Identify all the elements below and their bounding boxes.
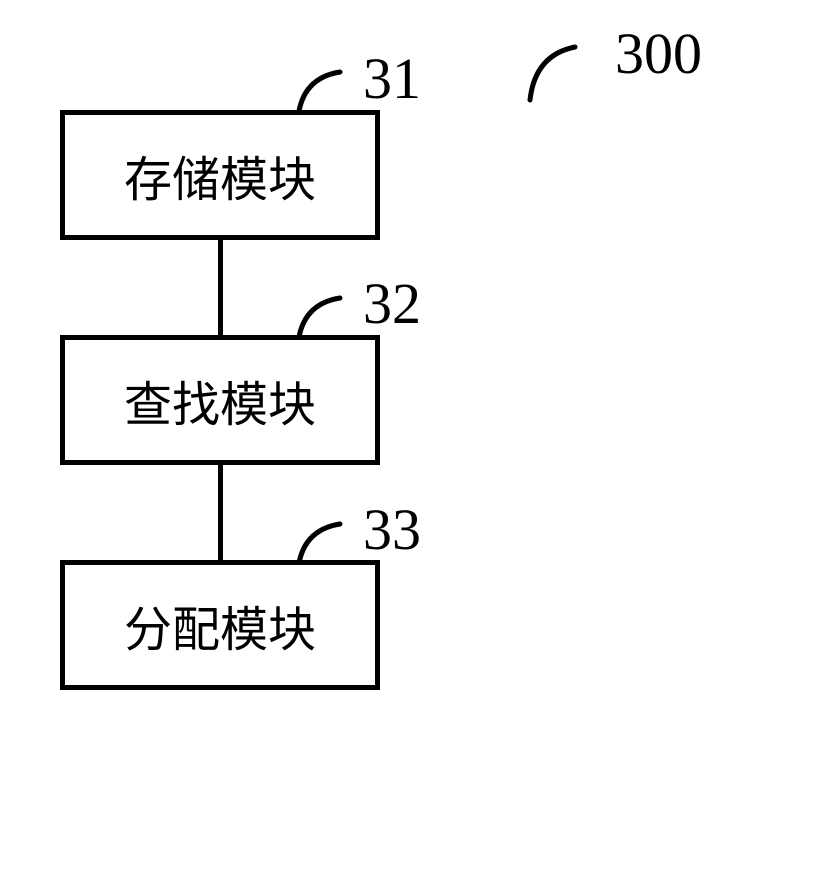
block-diagram: 300 31 存储模块 32 查找模块 33 分配模块 bbox=[60, 30, 380, 690]
block-search-module: 查找模块 bbox=[60, 335, 380, 465]
block-label: 存储模块 bbox=[124, 140, 316, 210]
connector-2-3 bbox=[218, 465, 223, 560]
block-label: 查找模块 bbox=[124, 365, 316, 435]
block-id-31: 31 bbox=[363, 45, 421, 112]
block-id-32: 32 bbox=[363, 270, 421, 337]
main-label: 300 bbox=[615, 20, 702, 87]
block-id-33: 33 bbox=[363, 496, 421, 563]
connector-1-2 bbox=[218, 240, 223, 335]
block-label: 分配模块 bbox=[124, 590, 316, 660]
block-allocation-module: 分配模块 bbox=[60, 560, 380, 690]
block-storage-module: 存储模块 bbox=[60, 110, 380, 240]
